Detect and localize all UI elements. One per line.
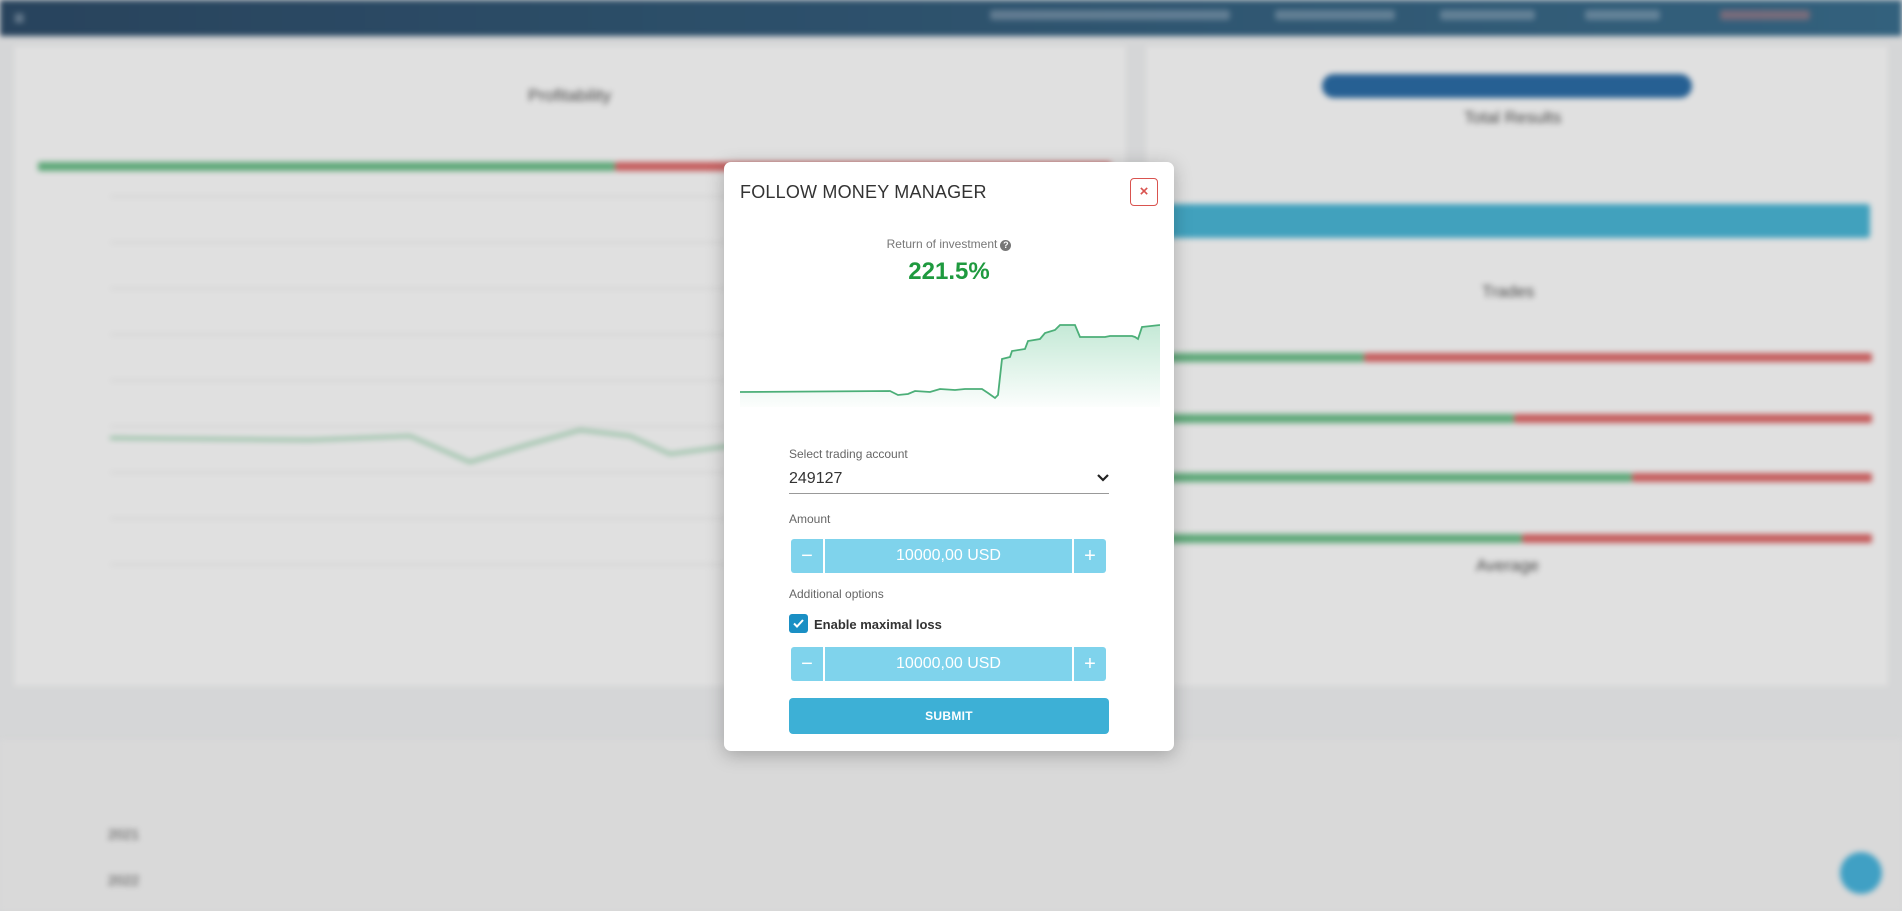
amount-input[interactable]: 10000,00 USD (825, 539, 1072, 573)
roi-value: 221.5% (908, 258, 990, 285)
trading-account-select[interactable]: 249127 (789, 466, 1109, 494)
max-loss-increase-button[interactable]: + (1074, 647, 1106, 681)
account-label: Select trading account (789, 447, 908, 461)
max-loss-checkbox[interactable] (789, 614, 808, 633)
amount-decrease-button[interactable]: − (791, 539, 823, 573)
max-loss-label[interactable]: Enable maximal loss (814, 617, 942, 632)
close-button[interactable]: × (1130, 178, 1158, 206)
chevron-down-icon (1097, 470, 1109, 486)
roi-label: Return of investment (886, 237, 998, 251)
max-loss-decrease-button[interactable]: − (791, 647, 823, 681)
amount-stepper: − 10000,00 USD + (789, 539, 1109, 573)
amount-increase-button[interactable]: + (1074, 539, 1106, 573)
roi-sparkline (740, 324, 1160, 407)
checkmark-icon (793, 619, 804, 628)
roi-label-row: Return of investment? (724, 237, 1174, 251)
account-value: 249127 (789, 470, 843, 487)
additional-options-label: Additional options (789, 587, 884, 601)
amount-label: Amount (789, 512, 831, 526)
help-icon[interactable]: ? (1000, 240, 1012, 251)
modal-title: FOLLOW MONEY MANAGER (740, 182, 987, 202)
submit-button[interactable]: SUBMIT (789, 698, 1109, 734)
max-loss-stepper: − 10000,00 USD + (789, 647, 1109, 681)
max-loss-input[interactable]: 10000,00 USD (825, 647, 1072, 681)
follow-money-manager-modal: FOLLOW MONEY MANAGER × Return of investm… (724, 162, 1174, 751)
